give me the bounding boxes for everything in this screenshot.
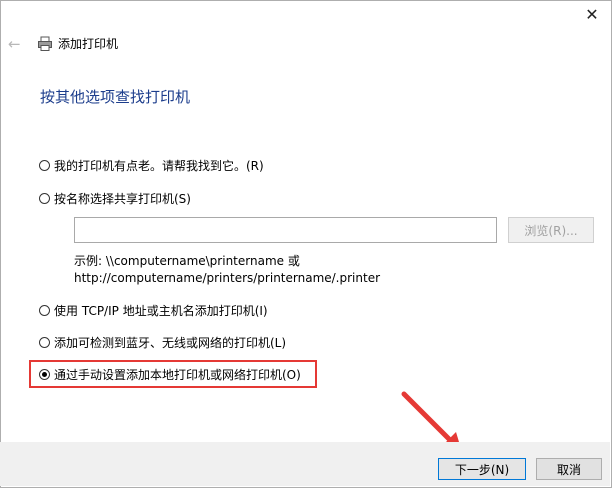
option-tcpip-label: 使用 TCP/IP 地址或主机名添加打印机(I) — [54, 303, 268, 318]
back-arrow-icon[interactable]: ← — [8, 36, 24, 52]
add-printer-dialog — [0, 0, 612, 488]
option-shared-printer[interactable]: 按名称选择共享打印机(S) — [39, 190, 191, 206]
option-old-printer-label: 我的打印机有点老。请帮我找到它。(R) — [54, 158, 264, 173]
option-tcpip[interactable]: 使用 TCP/IP 地址或主机名添加打印机(I) — [39, 302, 268, 318]
radio-shared-printer[interactable] — [39, 192, 50, 204]
radio-tcpip[interactable] — [39, 304, 50, 316]
example-line-2: http://computername/printers/printername… — [74, 271, 381, 285]
printer-icon — [38, 36, 52, 51]
radio-bluetooth-wireless[interactable] — [39, 336, 50, 348]
option-shared-printer-label: 按名称选择共享打印机(S) — [54, 191, 191, 206]
close-icon[interactable]: ✕ — [572, 0, 612, 28]
option-bluetooth-wireless[interactable]: 添加可检测到蓝牙、无线或网络的打印机(L) — [39, 334, 286, 350]
window-title: 添加打印机 — [58, 37, 119, 51]
example-line-1: 示例: \\computername\printername 或 — [74, 254, 300, 268]
radio-old-printer[interactable] — [39, 159, 50, 171]
option-bluetooth-wireless-label: 添加可检测到蓝牙、无线或网络的打印机(L) — [54, 335, 287, 350]
shared-printer-name-input[interactable] — [74, 217, 497, 243]
cancel-button[interactable]: 取消 — [536, 458, 602, 480]
option-old-printer[interactable]: 我的打印机有点老。请帮我找到它。(R) — [39, 157, 264, 173]
next-button[interactable]: 下一步(N) — [438, 458, 526, 480]
page-heading: 按其他选项查找打印机 — [40, 88, 191, 106]
browse-button[interactable]: 浏览(R)... — [508, 217, 594, 243]
highlight-annotation — [29, 360, 317, 388]
